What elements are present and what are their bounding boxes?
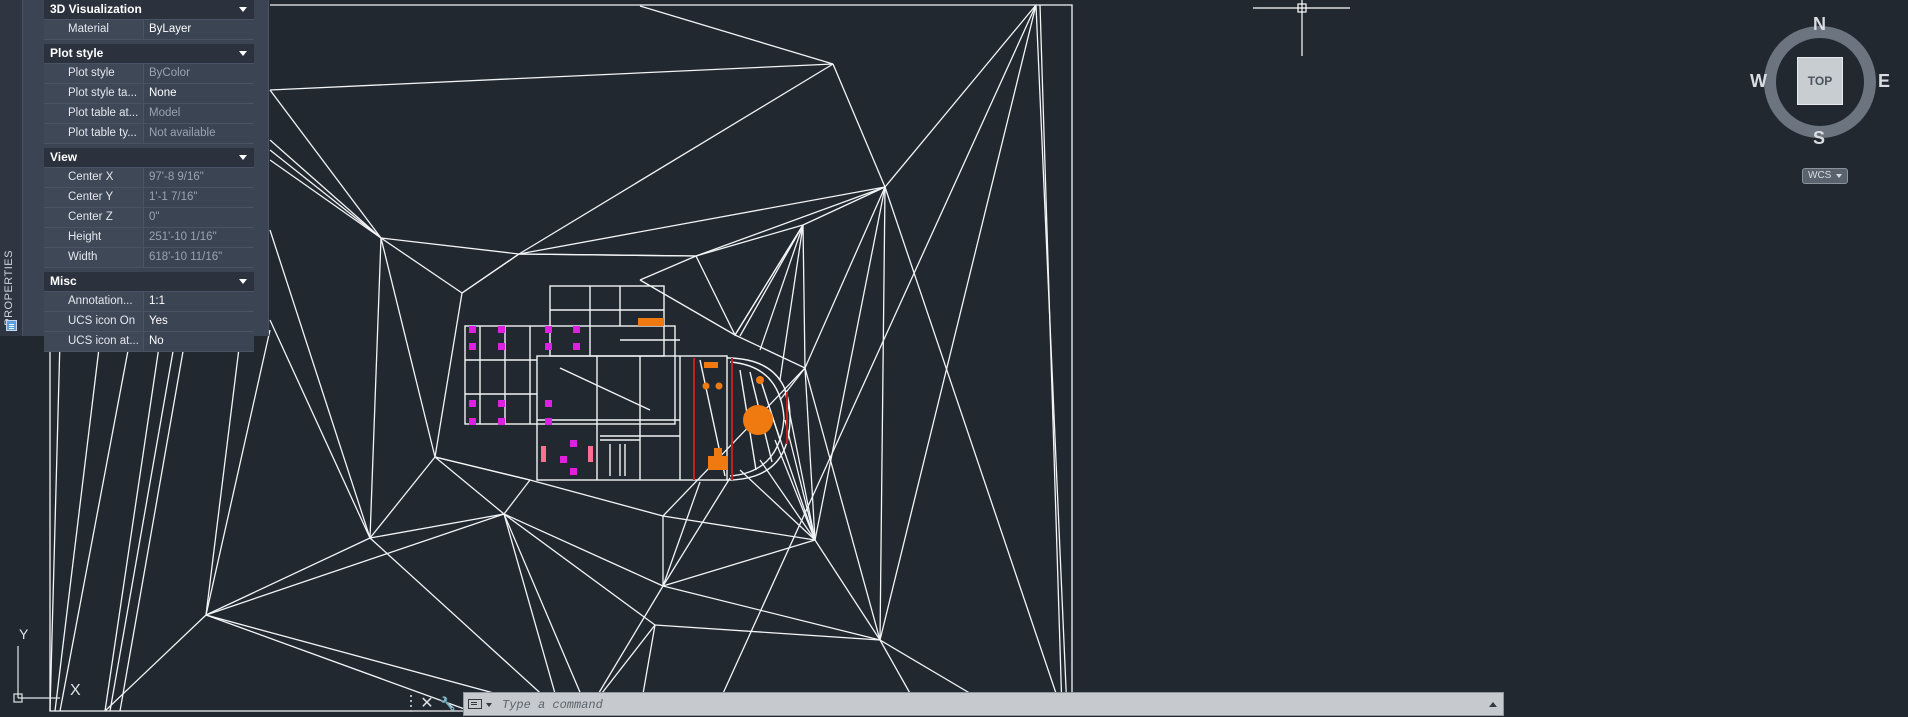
property-value: ByColor: [143, 64, 254, 83]
properties-palette-title: PROPERTIES: [3, 250, 15, 326]
command-history-chevron-up-icon[interactable]: [1489, 702, 1497, 707]
property-value[interactable]: 1:1: [143, 292, 254, 311]
property-row-center-x[interactable]: Center X 97'-8 9/16": [44, 168, 254, 188]
compass-west[interactable]: W: [1750, 71, 1767, 92]
property-label: Material: [44, 20, 143, 39]
property-row-plot-table-type[interactable]: Plot table ty... Not available: [44, 124, 254, 144]
section-header-misc[interactable]: Misc: [44, 272, 254, 292]
chevron-down-icon[interactable]: [239, 155, 247, 160]
properties-palette-icon[interactable]: [6, 320, 17, 331]
command-input-box[interactable]: [463, 692, 1504, 716]
viewcube-top-face[interactable]: TOP: [1797, 57, 1843, 105]
chevron-down-icon[interactable]: [239, 51, 247, 56]
property-sections: 3D Visualization Material ByLayer Plot s…: [44, 0, 254, 352]
property-value: Not available: [143, 124, 254, 143]
property-value[interactable]: ByLayer: [143, 20, 254, 39]
compass-north[interactable]: N: [1813, 14, 1826, 35]
property-value[interactable]: None: [143, 84, 254, 103]
property-label: Plot table ty...: [44, 124, 143, 143]
compass-east[interactable]: E: [1878, 71, 1890, 92]
crosshair-cursor: [1253, 0, 1350, 56]
property-label: Center Z: [44, 208, 143, 227]
property-row-ucs-icon-at-origin[interactable]: UCS icon at... No: [44, 332, 254, 352]
property-label: Center Y: [44, 188, 143, 207]
wcs-menu-button[interactable]: WCS: [1802, 168, 1848, 184]
property-row-material[interactable]: Material ByLayer: [44, 20, 254, 40]
section-title: View: [50, 150, 78, 164]
property-row-plot-table-attached[interactable]: Plot table at... Model: [44, 104, 254, 124]
property-row-center-z[interactable]: Center Z 0": [44, 208, 254, 228]
property-row-plot-style-table[interactable]: Plot style ta... None: [44, 84, 254, 104]
property-label: Annotation...: [44, 292, 143, 311]
property-label: UCS icon On: [44, 312, 143, 331]
command-line-grip[interactable]: [408, 695, 414, 713]
chevron-down-icon: [1836, 174, 1842, 178]
property-value: Model: [143, 104, 254, 123]
section-title: 3D Visualization: [50, 2, 142, 16]
property-value[interactable]: Yes: [143, 312, 254, 331]
property-label: Center X: [44, 168, 143, 187]
ucs-icon: Y X: [10, 626, 90, 706]
property-row-height[interactable]: Height 251'-10 1/16": [44, 228, 254, 248]
viewcube[interactable]: TOP N S W E WCS: [1750, 14, 1896, 188]
property-row-plot-style[interactable]: Plot style ByColor: [44, 64, 254, 84]
wrench-icon[interactable]: 🔧: [439, 694, 457, 714]
section-header-view[interactable]: View: [44, 148, 254, 168]
property-label: Plot style ta...: [44, 84, 143, 103]
chevron-down-icon[interactable]: [239, 279, 247, 284]
property-value: 0": [143, 208, 254, 227]
property-value: 1'-1 7/16": [143, 188, 254, 207]
chevron-down-icon[interactable]: [486, 703, 492, 707]
section-title: Misc: [50, 274, 77, 288]
property-label: UCS icon at...: [44, 332, 143, 351]
building-floor-plan: [464, 285, 791, 481]
property-value: 251'-10 1/16": [143, 228, 254, 247]
property-value: 618'-10 11/16": [143, 248, 254, 267]
property-row-ucs-icon-on[interactable]: UCS icon On Yes: [44, 312, 254, 332]
section-header-3d-visualization[interactable]: 3D Visualization: [44, 0, 254, 20]
properties-title-strip[interactable]: PROPERTIES: [0, 0, 23, 336]
chevron-down-icon[interactable]: [239, 7, 247, 12]
command-input[interactable]: [500, 695, 1464, 715]
property-value: 97'-8 9/16": [143, 168, 254, 187]
compass-south[interactable]: S: [1813, 128, 1825, 149]
property-label: Plot style: [44, 64, 143, 83]
property-label: Height: [44, 228, 143, 247]
property-row-annotation-scale[interactable]: Annotation... 1:1: [44, 292, 254, 312]
section-header-plot-style[interactable]: Plot style: [44, 44, 254, 64]
section-title: Plot style: [50, 46, 104, 60]
properties-palette: PROPERTIES 3D Visualization Material ByL…: [0, 0, 269, 352]
magenta-columns: [469, 326, 593, 475]
property-label: Width: [44, 248, 143, 267]
property-value[interactable]: No: [143, 332, 254, 351]
drawing-canvas[interactable]: [0, 0, 1908, 717]
command-prompt-icon[interactable]: [468, 699, 482, 709]
property-label: Plot table at...: [44, 104, 143, 123]
property-row-center-y[interactable]: Center Y 1'-1 7/16": [44, 188, 254, 208]
property-row-width[interactable]: Width 618'-10 11/16": [44, 248, 254, 268]
command-line: ✕ 🔧: [408, 692, 1504, 716]
close-icon[interactable]: ✕: [418, 694, 436, 714]
wcs-label: WCS: [1808, 170, 1832, 181]
ucs-x-label: X: [70, 682, 81, 699]
